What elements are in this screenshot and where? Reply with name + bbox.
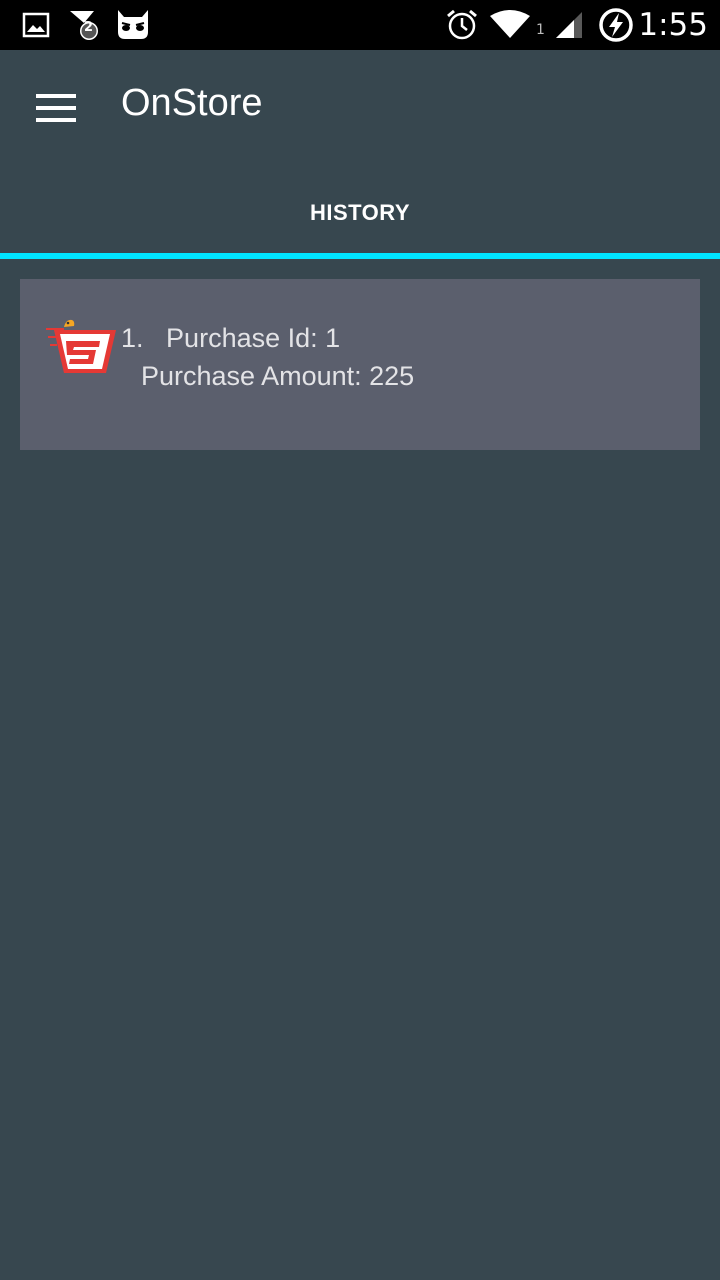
clock: 1:55	[638, 7, 708, 43]
purchase-id: Purchase Id: 1	[166, 323, 341, 353]
cell-signal-icon	[554, 0, 584, 50]
wifi-icon	[490, 0, 530, 50]
tab-history[interactable]: HISTORY	[0, 178, 720, 248]
list-item[interactable]: 1. Purchase Id: 1 Purchase Amount: 225	[20, 279, 700, 450]
store-basket-logo-icon	[44, 317, 118, 377]
battery-charging-icon	[598, 0, 634, 50]
sim-slot-label: 1	[536, 22, 545, 38]
cyanogen-mascot-icon	[114, 0, 152, 50]
notification-count: 2	[84, 20, 94, 35]
item-index: 1.	[121, 323, 144, 353]
purchase-id-line: 1. Purchase Id: 1	[121, 323, 340, 354]
tab-history-label: HISTORY	[309, 200, 411, 225]
purchase-amount: Purchase Amount: 225	[141, 361, 415, 391]
image-icon	[22, 0, 50, 50]
hamburger-menu-icon[interactable]	[36, 94, 76, 122]
app-title: OnStore	[121, 82, 263, 124]
app-bar: OnStore HISTORY	[0, 50, 720, 255]
alarm-icon	[445, 0, 479, 50]
status-bar: 2 1 1:55	[0, 0, 720, 50]
